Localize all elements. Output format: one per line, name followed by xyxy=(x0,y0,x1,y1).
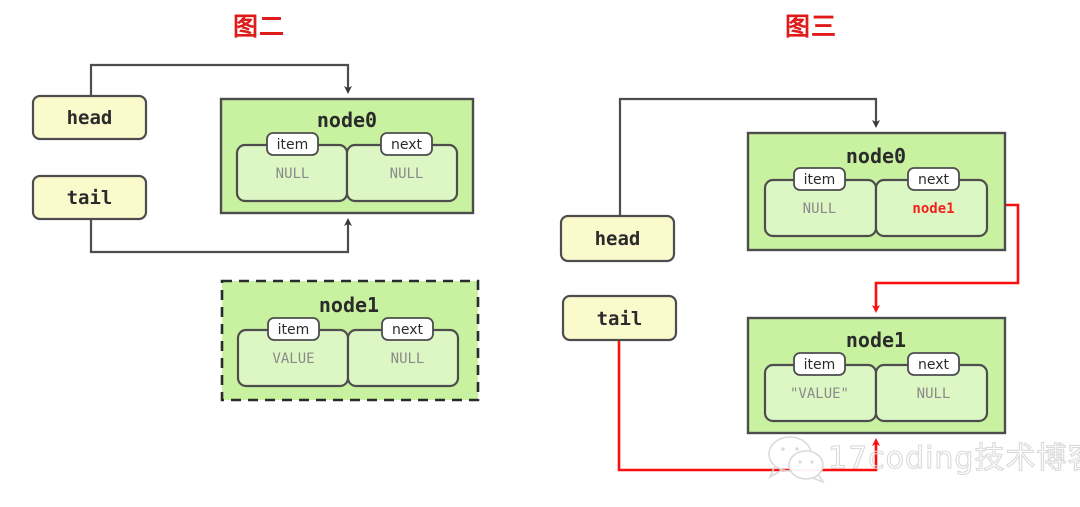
field-value-next-node0-left: NULL xyxy=(390,166,424,182)
watermark: 17coding技术博客 xyxy=(768,436,1080,484)
panel-title-figure-two: 图二 xyxy=(233,12,285,41)
node-box-node1-left[interactable]: node1 item VALUE next NULL xyxy=(220,279,480,402)
field-badge-label-item-node1-left: item xyxy=(278,322,310,338)
var-label-tail-right: tail xyxy=(597,308,643,330)
diagram-canvas: 图二 head tail node0 item NULL next NULL n… xyxy=(0,0,1080,507)
field-value-item-node1-left: VALUE xyxy=(272,351,314,367)
node-box-node0-left[interactable]: node0 item NULL next NULL xyxy=(219,97,475,215)
field-value-next-node1-right: NULL xyxy=(917,386,951,402)
field-value-item-node0-right: NULL xyxy=(803,201,837,217)
field-badge-label-next-node1-right: next xyxy=(918,357,950,373)
arrow-head-to-node0-left xyxy=(89,63,352,96)
watermark-text: 17coding技术博客 xyxy=(828,441,1080,476)
field-badge-label-next-node0-right: next xyxy=(918,172,950,188)
var-label-tail-left: tail xyxy=(67,187,113,209)
var-box-head-right[interactable]: head xyxy=(559,214,676,263)
field-badge-label-item-node0-left: item xyxy=(277,137,309,153)
var-box-head-left[interactable]: head xyxy=(31,94,148,141)
node-title-node0-right: node0 xyxy=(846,144,906,168)
node-title-node1-right: node1 xyxy=(846,328,906,352)
node-title-node1-left: node1 xyxy=(319,293,379,317)
field-value-next-node1-left: NULL xyxy=(391,351,425,367)
field-badge-label-item-node1-right: item xyxy=(804,357,836,373)
field-value-item-node0-left: NULL xyxy=(276,166,310,182)
field-badge-label-item-node0-right: item xyxy=(804,172,836,188)
field-badge-label-next-node0-left: next xyxy=(391,137,423,153)
field-value-next-node0-right: node1 xyxy=(912,201,954,217)
field-value-item-node1-right: "VALUE" xyxy=(790,386,849,402)
panel-title-figure-three: 图三 xyxy=(785,12,837,41)
node-box-node1-right[interactable]: node1 item "VALUE" next NULL xyxy=(746,316,1007,435)
field-badge-label-next-node1-left: next xyxy=(392,322,424,338)
var-label-head-left: head xyxy=(67,107,113,129)
node-box-node0-right[interactable]: node0 item NULL next node1 xyxy=(746,131,1007,252)
node-title-node0-left: node0 xyxy=(317,108,377,132)
arrow-tail-to-node0-left xyxy=(89,218,352,254)
wechat-icon xyxy=(768,436,825,484)
linked-list-diagram: 图二 head tail node0 item NULL next NULL n… xyxy=(31,12,1080,484)
var-label-head-right: head xyxy=(595,228,641,250)
var-box-tail-right[interactable]: tail xyxy=(561,294,678,342)
var-box-tail-left[interactable]: tail xyxy=(31,174,148,221)
